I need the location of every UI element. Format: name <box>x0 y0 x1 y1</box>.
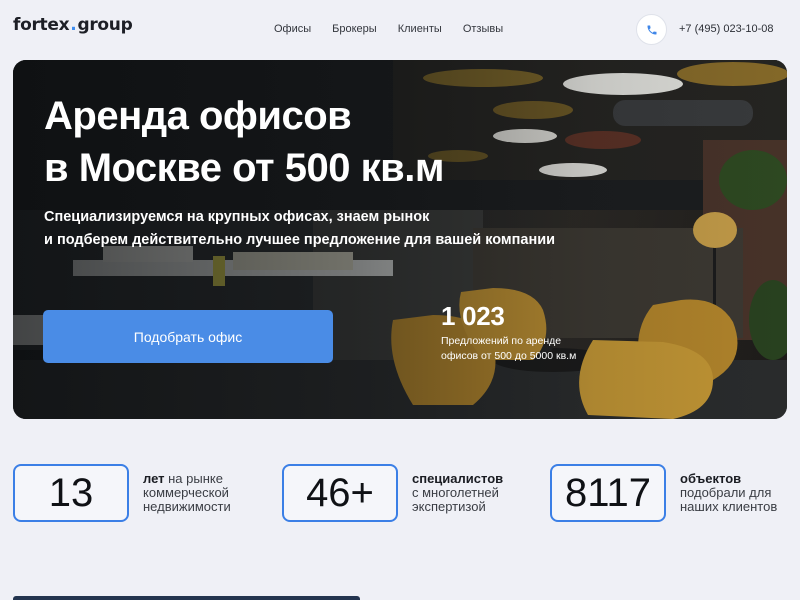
hero-title-line-1: Аренда офисов <box>44 94 352 138</box>
main-nav: Офисы Брокеры Клиенты Отзывы <box>274 23 503 35</box>
stat-years-lead: лет <box>143 471 165 486</box>
hero-subtitle: Специализируемся на крупных офисах, знае… <box>44 206 604 252</box>
offers-description-line-1: Предложений по аренде <box>441 335 562 347</box>
nav-link-offices[interactable]: Офисы <box>274 23 311 35</box>
hero-banner: Аренда офисов в Москве от 500 кв.м Специ… <box>13 60 787 419</box>
nav-link-brokers[interactable]: Брокеры <box>332 23 377 35</box>
call-button[interactable] <box>636 14 667 45</box>
stat-years-line-2: коммерческой <box>143 485 229 500</box>
stat-objects-caption: объектов подобрали для наших клиентов <box>680 472 800 514</box>
logo[interactable]: fortex. group <box>13 15 133 35</box>
logo-text-fortex: fortex <box>13 15 70 35</box>
stat-years-value: 13 <box>13 464 129 522</box>
hero-subtitle-line-1: Специализируемся на крупных офисах, знае… <box>44 209 430 225</box>
phone-icon <box>647 25 656 34</box>
stat-specialists-caption: специалистов с многолетней экспертизой <box>412 472 532 514</box>
stat-objects-lead: объектов <box>680 471 742 486</box>
stat-specialists-value: 46+ <box>282 464 398 522</box>
nav-link-reviews[interactable]: Отзывы <box>463 23 503 35</box>
offers-description: Предложений по аренде офисов от 500 до 5… <box>441 334 601 364</box>
stat-specialists-line-3: экспертизой <box>412 499 486 514</box>
offers-description-line-2: офисов от 500 до 5000 кв.м <box>441 350 577 362</box>
stat-objects-value: 8117 <box>550 464 666 522</box>
phone-number[interactable]: +7 (495) 023-10-08 <box>679 23 773 35</box>
hero-title-line-2: в Москве от 500 кв.м <box>44 146 444 190</box>
hero-subtitle-line-2: и подберем действительно лучшее предложе… <box>44 232 556 248</box>
stat-years-inline: на рынке <box>164 471 223 486</box>
stat-objects-line-3: наших клиентов <box>680 499 778 514</box>
stat-years-caption: лет на рынке коммерческой недвижимости <box>143 472 263 514</box>
next-section-edge <box>13 596 360 600</box>
nav-link-clients[interactable]: Клиенты <box>398 23 442 35</box>
stat-objects-line-2: подобрали для <box>680 485 772 500</box>
find-office-button[interactable]: Подобрать офис <box>43 310 333 363</box>
stat-specialists-line-2: с многолетней <box>412 485 499 500</box>
hero-title: Аренда офисов в Москве от 500 кв.м <box>44 90 604 194</box>
stat-years-line-1: лет на рынке <box>143 472 263 486</box>
logo-dot: . <box>70 15 77 35</box>
site-header: fortex. group Офисы Брокеры Клиенты Отзыв… <box>0 0 800 60</box>
offers-count: 1 023 <box>441 301 505 331</box>
logo-text-group: group <box>77 15 133 35</box>
stat-specialists-lead: специалистов <box>412 471 504 486</box>
stat-years-line-3: недвижимости <box>143 499 231 514</box>
